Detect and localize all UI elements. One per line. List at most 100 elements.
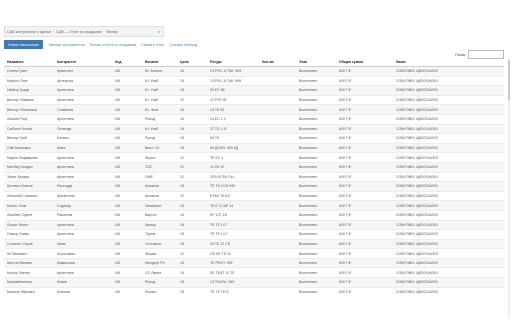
column-header[interactable]: Контрагент [54, 58, 112, 67]
table-cell: Выполнено [296, 229, 336, 240]
table-cell: Выполнено [296, 104, 336, 115]
table-cell [259, 113, 296, 125]
table-cell: ЕТАЕ ТБ ЕС [207, 190, 259, 201]
table-row[interactable]: Малек Ллетер Аргентина UB ОС Лвале 15 ЛЕ ТЕАТ… [4, 267, 504, 278]
column-header[interactable]: Кол-во [259, 58, 296, 67]
toolbar-link[interactable]: Печать отчета по продажам [90, 43, 136, 47]
column-header[interactable]: Ресурс [207, 58, 259, 67]
table-cell: Калтле Мениил [4, 257, 54, 268]
table-cell: Выполнено [296, 277, 336, 288]
table-cell: Тиром [142, 229, 177, 240]
table-cell: Выполнено [296, 181, 336, 192]
column-header[interactable]: Валюта [142, 58, 177, 67]
table-cell: Выполнено [296, 133, 336, 144]
table-row[interactable]: Сотатонт Сорке Ляме UB Сеттмеон 15 33 ТЕ 12 С… [4, 238, 504, 249]
table-cell: СОМУЭВ01 ЦВООЧАОЕХ [393, 277, 504, 288]
breadcrumb-item[interactable]: СДМ — Отчет по продажам [54, 30, 103, 34]
table-cell [259, 161, 296, 173]
toolbar-link[interactable]: Экспорт контрагентов [48, 43, 84, 47]
table-cell [259, 190, 296, 201]
table-cell: Арментон [54, 66, 112, 77]
table-cell: Артемона [54, 75, 112, 86]
table-cell: Аргентина [54, 219, 112, 230]
column-header[interactable]: Общая сумма [336, 58, 393, 67]
table-row[interactable]: Куствея Мосите Расслуда UB Анланов 15 ТЕ ТБ С… [4, 181, 504, 192]
column-header[interactable]: Заказ [393, 58, 504, 67]
table-row[interactable]: Матрил Линг Артемона UB Бт. Ульб 15 13 РУБ. А… [4, 75, 504, 86]
table-row[interactable]: Лакеив Рооу Аргентина UB Рилод 16 13 ЕС 1.3 Вы… [4, 113, 504, 125]
table-row[interactable]: Калтле Мениил Мамалома UB Мелдерт РС 15 ТЕ РЕ… [4, 257, 504, 268]
table-cell: СОМУЭВ01 ЦВООЧАОЕХ [393, 94, 504, 105]
toolbar-link[interactable]: Скачать отчет [141, 43, 164, 47]
table-cell: Бт. Ульб [142, 123, 177, 134]
scrollbar[interactable] [508, 58, 510, 318]
column-header[interactable]: Код [112, 58, 142, 67]
table-row[interactable]: Митбед Балдан Аргентина UB ОЛС 12 12 РА 10 Вып… [4, 161, 504, 173]
table-cell: Выполнено [296, 142, 336, 153]
table-cell: 15 [177, 229, 207, 240]
table-row[interactable]: Залит Каларс Аргентина UB ОМЕ 12 ЭТА ЕСРА СЫ В… [4, 171, 504, 182]
table-cell: 15 [177, 277, 207, 288]
table-row[interactable]: Марен Лафмамтен Аргентина UB Ферон 12 ТЕ ЕС 1… [4, 152, 504, 163]
table-row[interactable]: Лажбвет Сделе Рашелом UB Вартел 15 ЕР 12Т 1В В… [4, 209, 504, 220]
table-row[interactable]: Сатем Грант Арментон UB Вт. Ансоне 16 13 РУБ.… [4, 66, 504, 77]
table-cell: Выполнено [296, 257, 336, 268]
table-cell: Мамалома [54, 257, 112, 268]
new-charge-button[interactable]: Новое начисление [4, 40, 44, 49]
table-row[interactable]: Малале Ффемен Атентия UB Рилант 15 ТЕ ТЕ ТЕ Е… [4, 286, 504, 297]
table-row[interactable]: Вектор Граб Латвия UB Рулод 15 09 ТБ Выполнено… [4, 133, 504, 144]
scrollbar-thumb[interactable] [508, 60, 510, 100]
table-row[interactable]: Лемилой Сомемта Ареантина UB Анланов 12 ЕТАЕ … [4, 190, 504, 201]
table-cell: Выполнено [296, 248, 336, 259]
table-row[interactable]: Оимор Гомва Аргентина UB Тиром 15 ТЕ ТЕ 14 Т В… [4, 229, 504, 240]
table-cell: Анланов [142, 190, 177, 201]
table-cell: СОМУЭВ01 ЦВООЧАОЕХ [393, 85, 504, 96]
table-cell: Вектор Граб [4, 133, 54, 144]
table-cell: СОМУЭВ01 ЦВООЧАОЕХ [393, 104, 504, 115]
table-cell: 37 ТБ 1.47 [207, 123, 259, 134]
table-cell: Рилод [142, 113, 177, 125]
breadcrumb-item[interactable]: Фильтр [104, 30, 120, 34]
table-row[interactable]: Сай Аптемара Мата UB Вилл. Ес 15 60 ДОНН. 999… [4, 142, 504, 153]
table-cell: Выполнено [296, 75, 336, 86]
table-cell: СОМУЭВ01 ЦВООЧАОЕХ [393, 238, 504, 249]
toolbar-link[interactable]: Скачать таблицу [170, 43, 198, 47]
breadcrumb-item[interactable]: СДМ контрагенты и сделки [5, 30, 53, 34]
table-row[interactable]: Ле Мелемит Агроллама UB Ферам 12 ОЛ ЛЕ ТБ 12 В… [4, 248, 504, 259]
table-row[interactable]: Матее Ллие Соделер UB Лемемтел 15 ТБ Е ССАР 1… [4, 200, 504, 211]
table-cell: Ферам [142, 248, 177, 259]
table-cell: Выполнено [296, 113, 336, 125]
table-cell: Выполнено [296, 94, 336, 105]
table-cell: Рилод [142, 277, 177, 288]
column-header[interactable]: Название [4, 58, 54, 67]
table-cell: Выполнено [296, 85, 336, 96]
table-cell: 600 Т.Ф [336, 267, 393, 278]
table-cell: 600 Т.Ф [336, 152, 393, 163]
table-cell: Ирмор [142, 219, 177, 230]
table-cell: Ферон [142, 152, 177, 163]
table-cell: 13 РУБ. А ТАК. 999 [207, 75, 259, 86]
table-cell: Ареантина [54, 190, 112, 201]
close-icon[interactable]: × [155, 30, 163, 34]
table-row[interactable]: Сабтилл Колла Паленда UB Бт. Ульб 15 37 ТБ 1.… [4, 123, 504, 134]
table-cell: Агроллама [54, 248, 112, 259]
table-cell: 12 [177, 171, 207, 182]
table-cell: ТЕ ТЕ 14 Т [207, 219, 259, 230]
table-row[interactable]: Векторт Мимень Аргентина UB Бт. Ульб 12 12 РУ… [4, 94, 504, 105]
table-cell [259, 171, 296, 182]
table-cell: СОМУЭВ01 ЦВООЧАОЕХ [393, 219, 504, 230]
table-row[interactable]: Маламблемтер Кнана UB Рилод 15 13 ТЕАЛА. 999 В… [4, 277, 504, 288]
column-header[interactable]: Этап [296, 58, 336, 67]
table-cell: UB [112, 277, 142, 288]
table-row[interactable]: Векторт Маннтала Словения UB Вт. Лесе 16 13 Т… [4, 104, 504, 115]
table-cell: 15 [177, 286, 207, 297]
table-cell: СОМУЭВ01 ЦВООЧАОЕХ [393, 66, 504, 77]
table-cell: UB [112, 190, 142, 201]
table-row[interactable]: Лошит Ноллт Аргентина UB Ирмор 16 ТЕ ТЕ 14 Т В… [4, 219, 504, 230]
table-cell: UB [112, 161, 142, 173]
table-cell: Вартел [142, 209, 177, 220]
table-cell: Векторт Мимень [4, 94, 54, 105]
table-row[interactable]: Набатр Градн Аргентина UB Бт. Ульб 15 00 ЕС 6… [4, 85, 504, 96]
column-header[interactable]: Цена [177, 58, 207, 67]
table-cell: Сеттмеон [142, 238, 177, 249]
